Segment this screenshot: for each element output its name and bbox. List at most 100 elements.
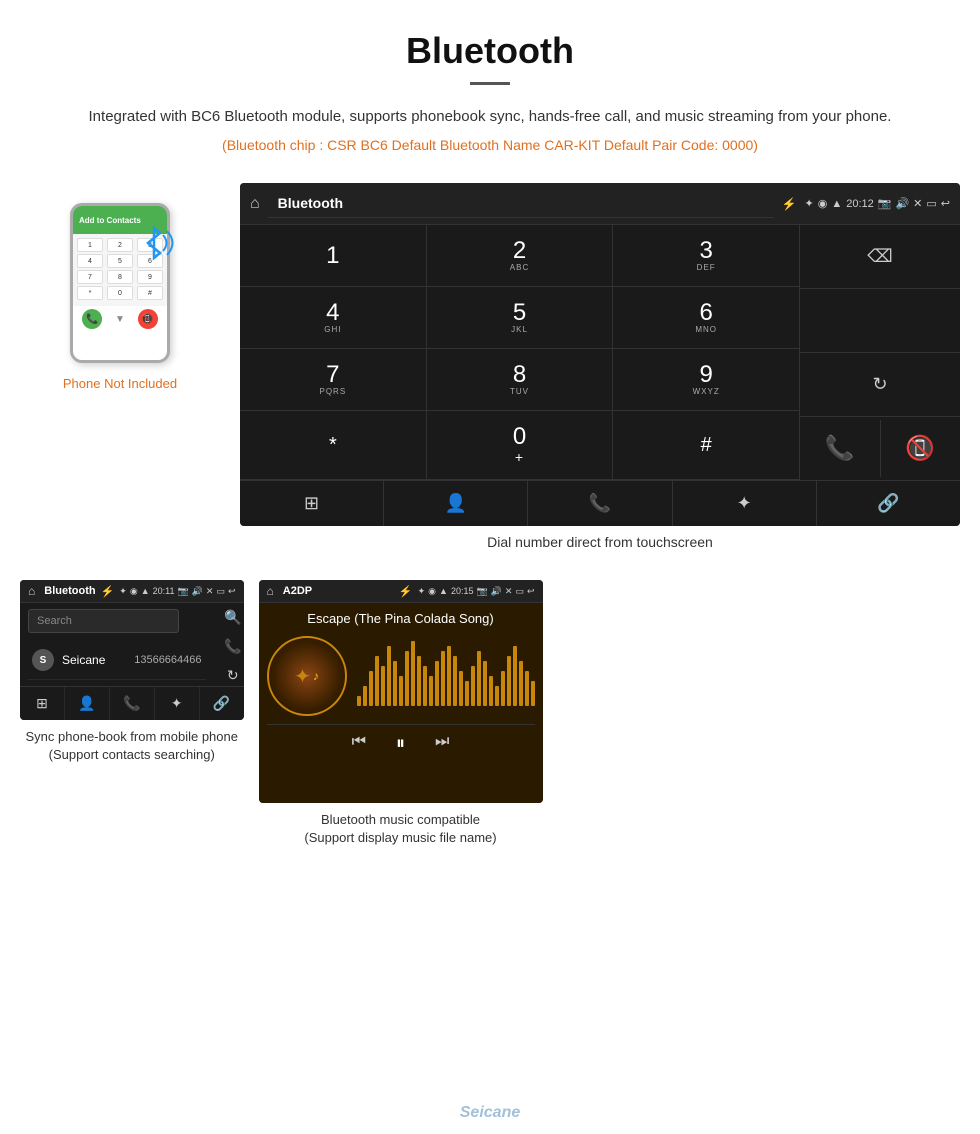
pb-link-btn[interactable]: 🔗	[200, 687, 244, 720]
pb-home-icon[interactable]: ⌂	[28, 584, 35, 598]
toolbar-contacts[interactable]: 👤	[384, 481, 528, 526]
pb-grid-btn[interactable]: ⊞	[20, 687, 65, 720]
music-win-icon: ▭	[515, 586, 524, 597]
sub-4: GHI	[324, 325, 341, 334]
pb-back-icon[interactable]: ↩	[228, 586, 236, 597]
sub-6: MNO	[695, 325, 717, 334]
viz-bar	[489, 676, 493, 706]
contact-name: Seicane	[62, 653, 126, 667]
next-track-button[interactable]: ⏭	[435, 733, 449, 754]
header-section: Bluetooth Integrated with BC6 Bluetooth …	[0, 0, 980, 173]
music-cam-icon: 📷	[476, 586, 487, 597]
dialer-key-hash[interactable]: #	[613, 411, 799, 479]
side-call-icon[interactable]: 📞	[224, 638, 241, 655]
bottom-screenshots: ⌂ Bluetooth ⚡ ✦ ◉ ▲ 20:11 📷 🔊 ✕ ▭ ↩	[0, 580, 980, 852]
viz-bar	[513, 646, 517, 706]
dialer-key-9[interactable]: 9 WXYZ	[613, 349, 799, 410]
toolbar-phone[interactable]: 📞	[528, 481, 672, 526]
dialer-key-8[interactable]: 8 TUV	[427, 349, 614, 410]
music-back-icon[interactable]: ↩	[527, 586, 535, 597]
dialer-key-1[interactable]: 1	[240, 225, 427, 286]
contact-phone: 13566664466	[134, 654, 201, 666]
dial-screen-label: Dial number direct from touchscreen	[240, 526, 960, 565]
digit-9: 9	[700, 363, 713, 387]
phone-end-button[interactable]: 📵	[138, 309, 158, 329]
viz-bar	[435, 661, 439, 706]
contact-row[interactable]: S Seicane 13566664466	[28, 641, 206, 680]
call-green-icon: 📞	[825, 434, 855, 463]
song-title: Escape (The Pina Colada Song)	[267, 611, 535, 626]
window-icon: ▭	[926, 197, 936, 210]
sub-9: WXYZ	[693, 387, 720, 396]
dialer-row-3: 7 PQRS 8 TUV 9 WXYZ	[240, 349, 799, 411]
refresh-icon[interactable]: ↻	[872, 374, 887, 395]
phonebook-label-line1: Sync phone-book from mobile phone	[26, 729, 238, 744]
dialer-key-5[interactable]: 5 JKL	[427, 287, 614, 348]
viz-bar	[357, 696, 361, 706]
pb-phone-btn[interactable]: 📞	[110, 687, 155, 720]
viz-bar	[471, 666, 475, 706]
phonebook-screen: ⌂ Bluetooth ⚡ ✦ ◉ ▲ 20:11 📷 🔊 ✕ ▭ ↩	[20, 580, 244, 720]
search-bar[interactable]: Search	[28, 609, 179, 633]
close-icon: ✕	[913, 197, 922, 210]
dialer-row-1: 1 2 ABC 3 DEF	[240, 225, 799, 287]
dialer-key-2[interactable]: 2 ABC	[427, 225, 614, 286]
back-icon[interactable]: ↩	[941, 197, 950, 210]
usb-icon: ⚡	[782, 197, 797, 211]
viz-bar	[441, 651, 445, 706]
phone-zero: ▼	[115, 309, 125, 329]
side-search-icon[interactable]: 🔍	[224, 609, 241, 626]
phone-key-hash[interactable]: #	[137, 286, 163, 300]
phonebook-label-line2: (Support contacts searching)	[49, 747, 215, 762]
pb-contacts-btn[interactable]: 👤	[65, 687, 110, 720]
search-row: Search	[28, 609, 206, 633]
phonebook-outer: Search S Seicane 13566664466	[20, 603, 244, 686]
digit-2: 2	[513, 239, 526, 263]
music-wrapper: ⌂ A2DP ⚡ ✦ ◉ ▲ 20:15 📷 🔊 ✕ ▭ ↩ Escape (T…	[259, 580, 543, 852]
music-screen: ⌂ A2DP ⚡ ✦ ◉ ▲ 20:15 📷 🔊 ✕ ▭ ↩ Escape (T…	[259, 580, 543, 803]
home-icon[interactable]: ⌂	[250, 195, 260, 213]
phone-key-1[interactable]: 1	[77, 238, 103, 252]
viz-bar	[447, 646, 451, 706]
phone-key-0[interactable]: 0	[107, 286, 133, 300]
toolbar-link[interactable]: 🔗	[817, 481, 960, 526]
dialer-key-4[interactable]: 4 GHI	[240, 287, 427, 348]
toolbar-grid[interactable]: ⊞	[240, 481, 384, 526]
backspace-icon[interactable]: ⌫	[867, 246, 892, 267]
viz-bar	[459, 671, 463, 706]
sub-2: ABC	[510, 263, 529, 272]
dialer-key-7[interactable]: 7 PQRS	[240, 349, 427, 410]
music-home-icon[interactable]: ⌂	[267, 584, 274, 598]
dialer-key-6[interactable]: 6 MNO	[613, 287, 799, 348]
pb-bt-btn[interactable]: ✦	[155, 687, 200, 720]
viz-bar	[507, 656, 511, 706]
prev-track-button[interactable]: ⏮	[352, 733, 366, 754]
phone-call-button[interactable]: 📞	[82, 309, 102, 329]
contact-letter: S	[40, 655, 47, 666]
toolbar-bluetooth[interactable]: ✦	[673, 481, 817, 526]
album-art: ✦ ♪	[267, 636, 347, 716]
bluetooth-waves-icon	[130, 213, 180, 273]
backspace-row: ⌫	[800, 225, 960, 289]
location-icon: ◉	[818, 197, 828, 210]
pb-usb-icon: ⚡	[101, 585, 115, 598]
call-button[interactable]: 📞	[800, 420, 881, 477]
dialer-key-3[interactable]: 3 DEF	[613, 225, 799, 286]
dialer-header: ⌂ Bluetooth ⚡ ✦ ◉ ▲ 20:12 📷 🔊 ✕ ▭ ↩	[240, 183, 960, 225]
phone-key-7[interactable]: 7	[77, 270, 103, 284]
music-loc-icon: ◉	[428, 586, 436, 597]
end-call-button[interactable]: 📵	[881, 420, 961, 477]
bluetooth-waves-container	[130, 213, 180, 278]
phone-key-star[interactable]: *	[77, 286, 103, 300]
viz-bar	[483, 661, 487, 706]
phonebook-wrapper: ⌂ Bluetooth ⚡ ✦ ◉ ▲ 20:11 📷 🔊 ✕ ▭ ↩	[20, 580, 244, 852]
viz-bar	[477, 651, 481, 706]
viz-bar	[387, 646, 391, 706]
play-pause-button[interactable]: ⏸	[396, 733, 405, 754]
dialer-key-star[interactable]: *	[240, 411, 427, 479]
side-refresh-icon[interactable]: ↻	[227, 667, 239, 684]
phone-key-4[interactable]: 4	[77, 254, 103, 268]
music-toolbar: ⏮ ⏸ ⏭	[267, 724, 535, 758]
dialer-key-0[interactable]: 0 +	[427, 411, 614, 479]
signal-icon: ▲	[831, 198, 842, 210]
